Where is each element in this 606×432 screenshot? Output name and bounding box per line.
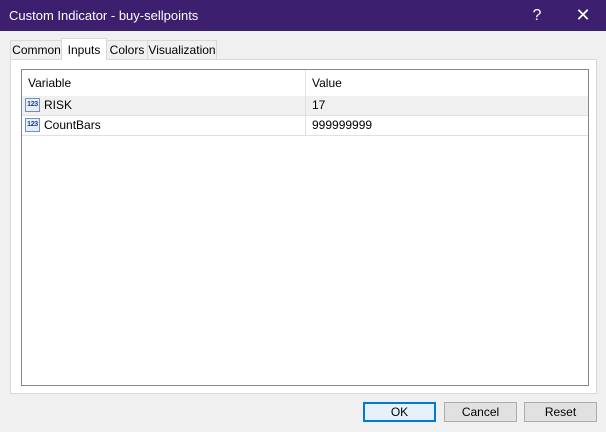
reset-button[interactable]: Reset xyxy=(524,402,597,422)
numeric-123-icon: 123 xyxy=(25,98,40,112)
close-icon: ✕ xyxy=(575,5,591,25)
help-button[interactable]: ? xyxy=(514,0,560,31)
variable-name: RISK xyxy=(44,96,306,115)
ok-button[interactable]: OK xyxy=(363,402,436,422)
inputs-panel: Variable Value 123 RISK 17 123 CountBars… xyxy=(10,59,597,394)
tab-colors[interactable]: Colors xyxy=(105,40,149,59)
column-header-variable[interactable]: Variable xyxy=(22,70,306,96)
window-title: Custom Indicator - buy-sellpoints xyxy=(9,8,199,23)
cancel-button[interactable]: Cancel xyxy=(444,402,517,422)
tab-common[interactable]: Common xyxy=(10,40,63,59)
column-header-value[interactable]: Value xyxy=(306,70,588,96)
inputs-grid: Variable Value 123 RISK 17 123 CountBars… xyxy=(21,69,589,386)
numeric-123-icon: 123 xyxy=(25,118,40,132)
title-bar: Custom Indicator - buy-sellpoints ? ✕ xyxy=(0,0,606,31)
table-row[interactable]: 123 CountBars 999999999 xyxy=(22,116,588,136)
variable-value[interactable]: 999999999 xyxy=(312,116,588,135)
tab-visualization[interactable]: Visualization xyxy=(147,40,217,59)
variable-name: CountBars xyxy=(44,116,306,135)
variable-value[interactable]: 17 xyxy=(312,96,588,115)
grid-header: Variable Value xyxy=(22,70,588,97)
close-button[interactable]: ✕ xyxy=(560,0,606,31)
tab-inputs[interactable]: Inputs xyxy=(61,38,107,60)
help-icon: ? xyxy=(532,6,542,24)
table-row[interactable]: 123 RISK 17 xyxy=(22,96,588,116)
